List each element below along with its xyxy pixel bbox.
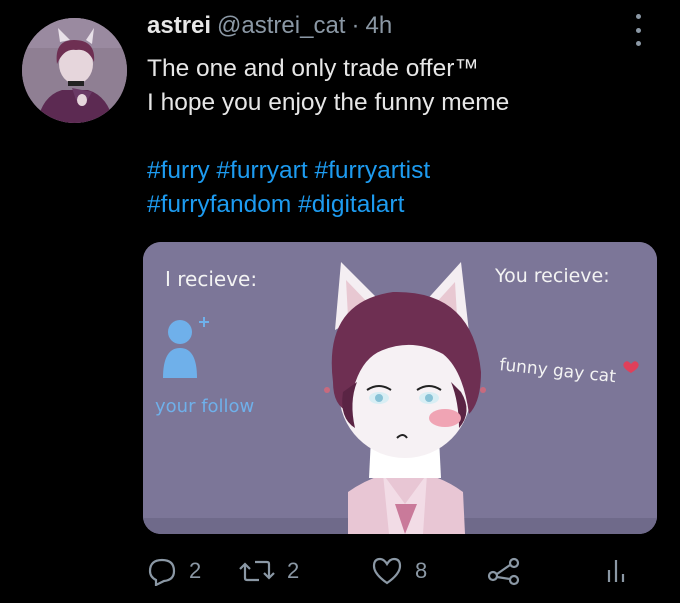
meme-artwork: I recieve: You recieve: your follow funn… bbox=[143, 242, 657, 534]
timestamp[interactable]: 4h bbox=[365, 12, 392, 40]
like-icon bbox=[372, 557, 402, 585]
retweet-button[interactable]: 2 bbox=[239, 551, 299, 591]
reply-button[interactable]: 2 bbox=[147, 551, 201, 591]
hashtag-line[interactable]: #furryfandom #digitalart bbox=[147, 188, 667, 222]
tweet-media-image[interactable]: I recieve: You recieve: your follow funn… bbox=[143, 242, 657, 534]
analytics-icon bbox=[607, 560, 625, 582]
like-count: 8 bbox=[415, 558, 428, 583]
analytics-button[interactable] bbox=[605, 551, 627, 591]
share-button[interactable] bbox=[487, 551, 521, 591]
tweet-text-line: The one and only trade offer™ bbox=[147, 55, 479, 82]
text-spacer bbox=[147, 120, 667, 154]
label-right: You recieve: bbox=[494, 265, 610, 287]
reply-icon bbox=[148, 558, 176, 586]
tweet-header: astrei @astrei_cat · 4h bbox=[147, 12, 392, 44]
label-left: I recieve: bbox=[165, 267, 257, 291]
retweet-count: 2 bbox=[287, 558, 300, 583]
tweet-actions: 2 2 8 bbox=[147, 551, 647, 591]
avatar-image bbox=[22, 18, 127, 123]
cat-character bbox=[324, 262, 486, 534]
retweet-icon bbox=[239, 560, 275, 582]
display-name[interactable]: astrei bbox=[147, 12, 211, 40]
separator-dot: · bbox=[351, 12, 360, 39]
reply-count: 2 bbox=[189, 558, 202, 583]
hashtag-line[interactable]: #furry #furryart #furryartist bbox=[147, 154, 667, 188]
share-icon bbox=[487, 557, 520, 586]
tweet-text: The one and only trade offer™ I hope you… bbox=[147, 52, 667, 222]
follow-caption: your follow bbox=[155, 396, 254, 417]
tweet-text-line: I hope you enjoy the funny meme bbox=[147, 89, 510, 116]
like-button[interactable]: 8 bbox=[371, 551, 427, 591]
more-icon[interactable] bbox=[628, 14, 648, 46]
user-handle[interactable]: @astrei_cat bbox=[217, 12, 345, 40]
profile-avatar[interactable] bbox=[22, 18, 127, 123]
